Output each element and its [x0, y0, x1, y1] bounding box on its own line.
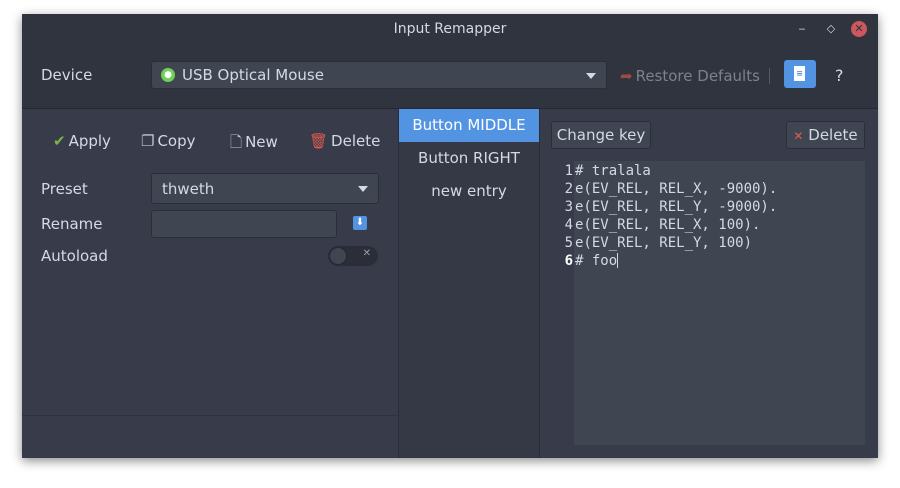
preset-select-value: thweth [162, 180, 215, 198]
text-caret [617, 253, 619, 268]
code-line: 3 e(EV_REL, REL_Y, -9000). [555, 198, 778, 216]
titlebar: Input Remapper ‒ ◇ ✕ [22, 14, 878, 46]
close-button[interactable]: ✕ [851, 21, 867, 37]
delete-preset-label: Delete [331, 132, 381, 150]
line-number: 5 [564, 235, 573, 251]
line-number: 4 [564, 217, 573, 233]
preset-label: Preset [41, 180, 88, 198]
code-line: 1 # tralala [555, 162, 651, 180]
app-window: Input Remapper ‒ ◇ ✕ Device ● USB Optica… [22, 14, 878, 458]
code-text: e(EV_REL, REL_X, -9000). [575, 181, 778, 197]
preset-panel: ✔ Apply ❐ Copy 🗋 New 🗑 Delete Preset thweth … [22, 109, 399, 458]
window-title: Input Remapper [393, 21, 507, 37]
document-icon: ≡ [794, 66, 805, 81]
preset-select[interactable]: thweth [151, 173, 379, 204]
device-header: Device ● USB Optical Mouse ➦ Restore Defa… [22, 46, 878, 109]
code-line: 2 e(EV_REL, REL_X, -9000). [555, 180, 778, 198]
code-text: # foo [575, 253, 618, 269]
documentation-button[interactable]: ≡ [784, 60, 816, 88]
delete-preset-button[interactable]: 🗑 Delete [309, 132, 380, 150]
apply-label: Apply [68, 132, 111, 150]
mapping-item-button-middle[interactable]: Button MIDDLE [399, 109, 539, 142]
save-name-icon[interactable]: ⬇ [353, 216, 367, 230]
delete-mapping-label: Delete [808, 126, 858, 144]
rename-label: Rename [41, 215, 103, 233]
undo-arrow-icon: ➦ [620, 67, 633, 85]
x-icon: ✕ [362, 248, 371, 259]
code-text: # tralala [575, 163, 651, 179]
code-text: e(EV_REL, REL_Y, 100) [575, 235, 753, 251]
device-label: Device [41, 66, 93, 84]
chevron-down-icon [586, 73, 596, 79]
apply-button[interactable]: ✔ Apply [53, 132, 111, 150]
new-button[interactable]: 🗋 New [230, 132, 278, 157]
copy-icon: ❐ [141, 132, 155, 150]
line-number: 3 [564, 199, 573, 215]
preset-panel-footer [22, 415, 398, 458]
mapping-item-new-entry[interactable]: new entry [399, 175, 539, 208]
maximize-button[interactable]: ◇ [822, 20, 840, 38]
change-key-button[interactable]: Change key [551, 121, 651, 149]
autoload-toggle[interactable]: ✕ [328, 246, 378, 266]
new-document-icon: 🗋 [230, 133, 243, 151]
code-text: e(EV_REL, REL_X, 100). [575, 217, 761, 233]
help-button[interactable]: ? [835, 66, 844, 85]
mapping-list: Button MIDDLE Button RIGHT new entry [399, 109, 540, 458]
line-number: 6 [564, 253, 573, 269]
code-line: 5 e(EV_REL, REL_Y, 100) [555, 234, 752, 252]
code-line: 4 e(EV_REL, REL_X, 100). [555, 216, 761, 234]
restore-defaults-label: Restore Defaults [635, 67, 760, 85]
toggle-knob [329, 247, 347, 265]
device-select[interactable]: ● USB Optical Mouse [151, 61, 607, 89]
minimize-button[interactable]: ‒ [793, 20, 811, 38]
line-number: 1 [564, 163, 573, 179]
copy-button[interactable]: ❐ Copy [141, 132, 196, 150]
copy-label: Copy [157, 132, 196, 150]
mapping-item-button-right[interactable]: Button RIGHT [399, 142, 539, 175]
trash-icon: 🗑 [309, 132, 329, 150]
line-number: 2 [564, 181, 573, 197]
checkmark-icon: ✔ [53, 132, 66, 150]
chevron-down-icon [358, 186, 368, 192]
new-label: New [245, 133, 278, 151]
mapping-editor-panel: Change key ✕ Delete 1 # tralala 2 e(EV_REL… [540, 109, 878, 458]
code-text: e(EV_REL, REL_Y, -9000). [575, 199, 778, 215]
device-select-value: USB Optical Mouse [182, 66, 324, 84]
rename-input[interactable] [151, 210, 337, 238]
delete-mapping-button[interactable]: ✕ Delete [786, 121, 865, 149]
code-editor[interactable]: 1 # tralala 2 e(EV_REL, REL_X, -9000). 3 e(… [555, 161, 865, 445]
header-divider [769, 68, 770, 84]
autoload-label: Autoload [41, 247, 108, 265]
restore-defaults-button[interactable]: ➦ Restore Defaults [620, 67, 760, 85]
code-line-current: 6 # foo [555, 252, 619, 270]
close-icon: ✕ [793, 129, 804, 143]
usb-lock-icon: ● [161, 68, 175, 82]
